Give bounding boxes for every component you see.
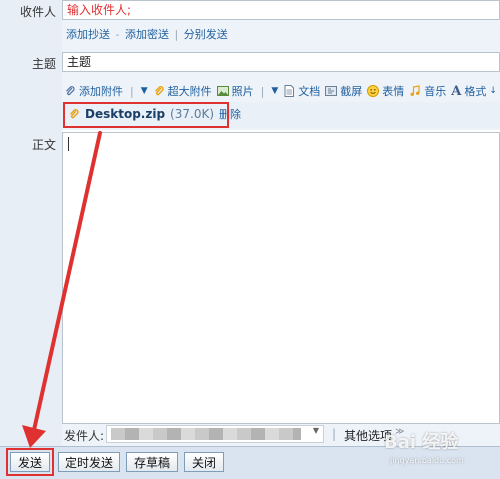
watermark-url: jingyan.baidu.com bbox=[390, 456, 464, 465]
watermark-logo: Bai 经验 bbox=[384, 432, 459, 453]
red-arrow-annotation bbox=[22, 131, 102, 448]
